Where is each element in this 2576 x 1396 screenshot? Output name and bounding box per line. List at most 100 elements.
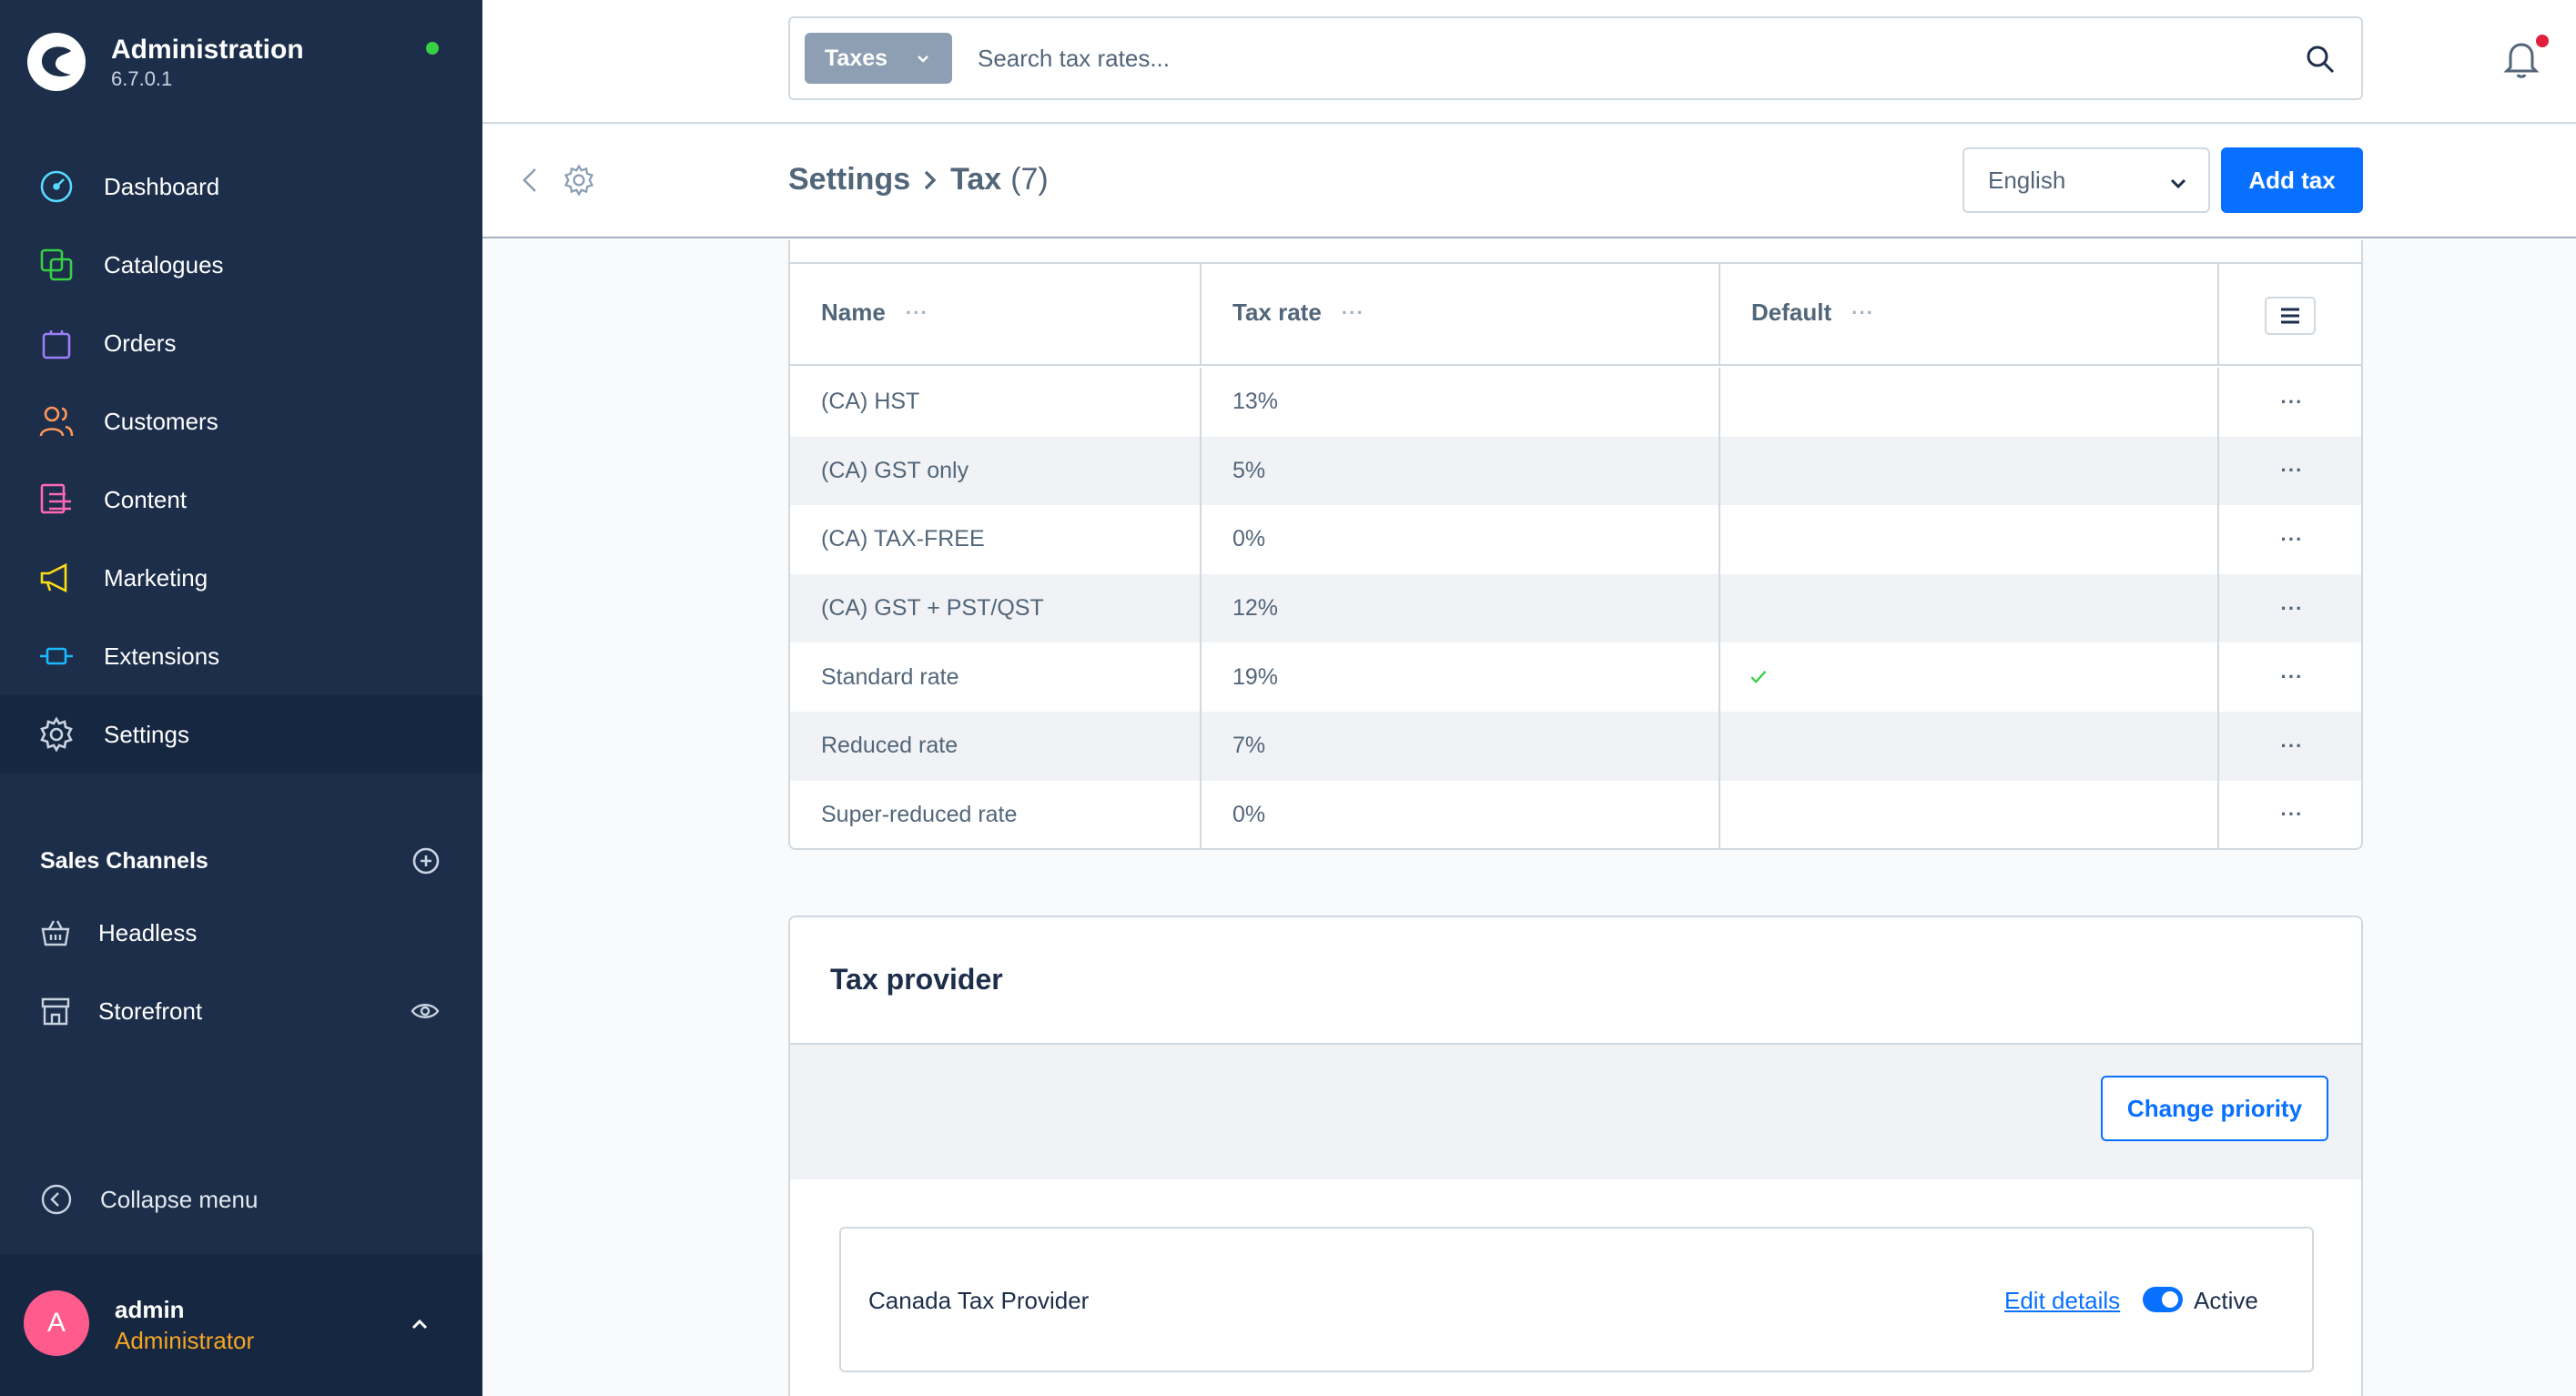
- nav-item-orders[interactable]: Orders: [0, 304, 482, 382]
- chevron-down-icon: [2170, 178, 2186, 189]
- table-row[interactable]: (CA) TAX-FREE 0% ···: [790, 505, 2361, 574]
- table-row[interactable]: Super-reduced rate 0% ···: [790, 780, 2361, 848]
- content-icon: [38, 481, 75, 518]
- table-row[interactable]: (CA) GST only 5% ···: [790, 436, 2361, 506]
- nav-label: Customers: [104, 407, 218, 435]
- sales-channels-header: Sales Channels: [40, 843, 441, 879]
- row-actions-button[interactable]: ···: [2219, 734, 2361, 758]
- cell-default: [1720, 780, 2219, 848]
- nav-label: Settings: [104, 720, 189, 748]
- eye-icon[interactable]: [410, 996, 441, 1027]
- user-panel[interactable]: A admin Administrator: [0, 1254, 482, 1396]
- row-actions-button[interactable]: ···: [2219, 665, 2361, 689]
- column-header-name[interactable]: Name ···: [790, 264, 1202, 364]
- cell-name[interactable]: Reduced rate: [790, 733, 958, 759]
- cell-default: [1720, 711, 2219, 781]
- nav-item-catalogues[interactable]: Catalogues: [0, 226, 482, 304]
- notification-badge: [2536, 35, 2549, 47]
- avatar: A: [24, 1290, 89, 1356]
- collapse-menu-button[interactable]: Collapse menu: [40, 1179, 258, 1219]
- chevron-down-icon: [918, 56, 928, 63]
- language-select[interactable]: English: [1962, 147, 2210, 213]
- gear-icon[interactable]: [563, 164, 595, 197]
- tax-provider-item: Canada Tax Provider Edit details Active: [839, 1227, 2314, 1372]
- row-actions-button[interactable]: ···: [2219, 597, 2361, 621]
- cell-name[interactable]: (CA) GST only: [790, 458, 969, 484]
- row-actions-button[interactable]: ···: [2219, 803, 2361, 826]
- nav-item-marketing[interactable]: Marketing: [0, 539, 482, 617]
- column-menu-icon[interactable]: ···: [1342, 301, 1364, 325]
- nav-label: Content: [104, 485, 188, 513]
- add-tax-button[interactable]: Add tax: [2221, 147, 2363, 213]
- chevron-left-icon[interactable]: [515, 164, 548, 197]
- row-actions-button[interactable]: ···: [2219, 528, 2361, 551]
- sales-channel-label: Headless: [98, 918, 198, 946]
- main-nav: Dashboard Catalogues Orders Customers Co…: [0, 147, 482, 774]
- search-bar: Taxes: [788, 16, 2363, 100]
- nav-item-dashboard[interactable]: Dashboard: [0, 147, 482, 226]
- column-label: Name: [821, 298, 886, 326]
- nav-label: Marketing: [104, 563, 208, 592]
- storefront-icon: [41, 997, 70, 1026]
- plug-icon: [38, 638, 75, 674]
- users-icon: [38, 403, 75, 440]
- catalogues-icon: [38, 247, 75, 283]
- cell-name[interactable]: Standard rate: [790, 664, 959, 691]
- cell-name[interactable]: (CA) TAX-FREE: [790, 526, 985, 552]
- collapse-menu-label: Collapse menu: [100, 1185, 259, 1213]
- column-label: Tax rate: [1232, 298, 1322, 326]
- cell-rate: 5%: [1232, 457, 1266, 483]
- search-type-dropdown[interactable]: Taxes: [805, 33, 952, 84]
- nav-item-extensions[interactable]: Extensions: [0, 617, 482, 695]
- cell-name[interactable]: (CA) HST: [790, 389, 919, 415]
- change-priority-button[interactable]: Change priority: [2101, 1076, 2328, 1141]
- shopware-logo: [27, 33, 86, 91]
- table-row[interactable]: Reduced rate 7% ···: [790, 711, 2361, 781]
- edit-details-link[interactable]: Edit details: [2004, 1287, 2120, 1315]
- table-row[interactable]: Standard rate 19% ···: [790, 642, 2361, 712]
- active-toggle[interactable]: [2143, 1287, 2183, 1312]
- nav-label: Catalogues: [104, 250, 224, 278]
- search-icon[interactable]: [2303, 42, 2338, 76]
- cell-rate: 12%: [1232, 595, 1279, 622]
- search-input[interactable]: [978, 33, 2234, 84]
- row-actions-button[interactable]: ···: [2219, 390, 2361, 414]
- grid-settings-button[interactable]: [2265, 297, 2316, 335]
- nav-item-content[interactable]: Content: [0, 460, 482, 539]
- table-row[interactable]: (CA) HST 13% ···: [790, 368, 2361, 437]
- cell-name[interactable]: Super-reduced rate: [790, 802, 1017, 828]
- chevron-up-icon[interactable]: [406, 1310, 433, 1338]
- plus-circle-icon[interactable]: [411, 846, 441, 875]
- nav-label: Dashboard: [104, 172, 220, 200]
- provider-name: Canada Tax Provider: [868, 1287, 1090, 1314]
- app-title: Administration: [111, 35, 304, 65]
- sales-channel-headless[interactable]: Headless: [40, 910, 441, 956]
- shopping-bag-icon: [38, 325, 75, 361]
- column-header-default[interactable]: Default ···: [1720, 264, 2219, 364]
- cell-rate: 13%: [1232, 389, 1279, 415]
- megaphone-icon: [38, 560, 75, 596]
- cell-name[interactable]: (CA) GST + PST/QST: [790, 595, 1044, 622]
- cell-default: [1720, 642, 2219, 712]
- nav-label: Extensions: [104, 642, 220, 670]
- column-header-tax-rate[interactable]: Tax rate ···: [1202, 264, 1720, 364]
- nav-item-customers[interactable]: Customers: [0, 382, 482, 460]
- checkmark-icon: [1751, 671, 1767, 683]
- smart-bar: Settings Tax (7) English Add tax: [482, 126, 2576, 238]
- column-menu-icon[interactable]: ···: [906, 301, 928, 325]
- chevron-right-icon: [924, 170, 937, 189]
- cell-rate: 7%: [1232, 733, 1266, 759]
- row-actions-button[interactable]: ···: [2219, 459, 2361, 482]
- sales-channel-label: Storefront: [98, 996, 203, 1025]
- cell-default: [1720, 368, 2219, 437]
- cell-default: [1720, 505, 2219, 574]
- nav-item-settings[interactable]: Settings: [0, 695, 482, 774]
- cell-rate: 0%: [1232, 526, 1266, 552]
- basket-icon: [41, 920, 70, 946]
- active-label: Active: [2194, 1287, 2258, 1314]
- column-menu-icon[interactable]: ···: [1851, 301, 1874, 325]
- table-row[interactable]: (CA) GST + PST/QST 12% ···: [790, 573, 2361, 643]
- search-type-label: Taxes: [825, 45, 888, 71]
- sales-channel-storefront[interactable]: Storefront: [40, 988, 441, 1034]
- breadcrumb-section[interactable]: Settings: [788, 162, 910, 197]
